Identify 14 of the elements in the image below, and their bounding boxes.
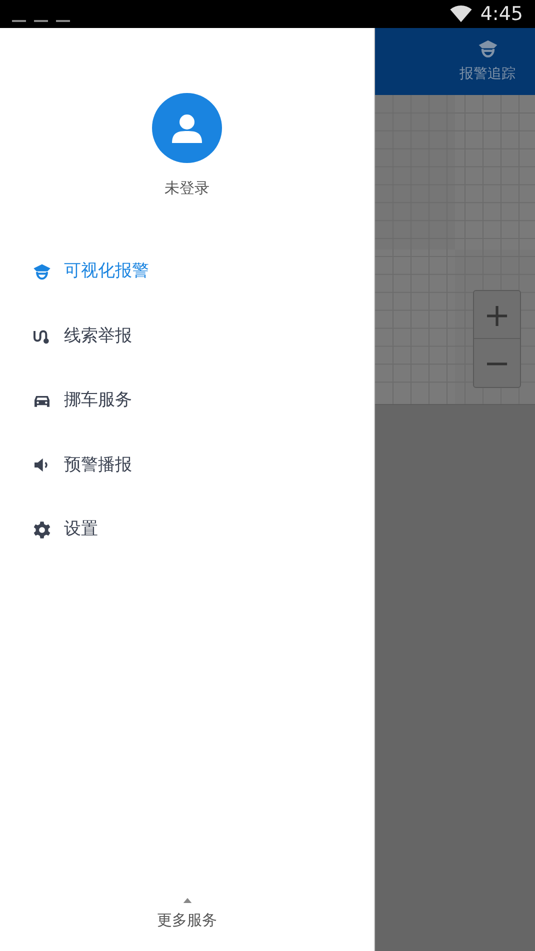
menu-item[interactable]: 线索举报 — [0, 304, 374, 368]
wifi-icon — [450, 5, 472, 23]
clock: 4:45 — [480, 2, 523, 27]
gear-icon — [32, 520, 52, 540]
more-services-button[interactable]: 更多服务 — [0, 898, 374, 951]
caret-up-icon — [182, 898, 192, 902]
police-cap-icon — [32, 262, 52, 282]
menu-item[interactable]: 预警播报 — [0, 433, 374, 498]
menu-item[interactable]: 挪车服务 — [0, 368, 374, 433]
menu-item[interactable]: 可视化报警 — [0, 240, 374, 304]
tab[interactable]: 报警追踪 — [460, 38, 516, 85]
user-name: 未登录 — [164, 178, 210, 199]
menu-item[interactable]: 设置 — [0, 498, 374, 562]
police-cap-icon — [476, 38, 498, 60]
